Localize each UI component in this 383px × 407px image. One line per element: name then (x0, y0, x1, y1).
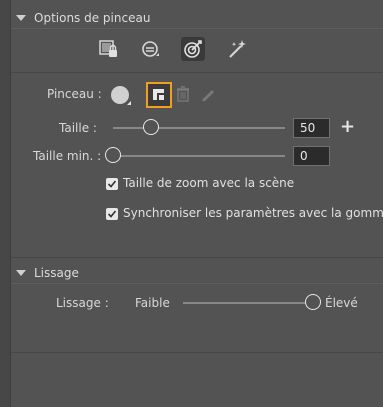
brush-sync-icon (142, 41, 159, 57)
edit-brush-button[interactable] (200, 86, 216, 105)
brush-options-panel: Options de pinceau Pinceau: Taille: 50… (0, 0, 383, 407)
size-slider-track[interactable] (113, 127, 285, 129)
smoothing-slider-track[interactable] (183, 302, 313, 304)
size-increase-button[interactable]: + (340, 118, 355, 136)
modes-divider (11, 72, 383, 73)
zoom-size-label: Taille de zoom avec la scène (123, 176, 295, 190)
collapse-triangle-icon (16, 270, 26, 276)
mode-target-button[interactable] (181, 37, 205, 61)
delete-brush-button[interactable] (176, 86, 190, 105)
brush-options-header[interactable]: Options de pinceau (14, 9, 150, 27)
smoothing-header-divider (11, 283, 383, 284)
smoothing-max-label: Élevé (325, 296, 358, 310)
brush-options-title: Options de pinceau (34, 11, 151, 25)
size-input[interactable]: 50 (293, 118, 330, 138)
panel-left-strip (0, 0, 11, 407)
smoothing-slider-knob[interactable] (305, 294, 321, 310)
mode-locked-layer-button[interactable] (96, 37, 120, 61)
pencil-icon (202, 90, 214, 101)
checkmark-icon (107, 210, 117, 218)
sparkle-wand-icon (229, 40, 246, 58)
smoothing-min-label: Faible (135, 296, 170, 310)
min-size-label: Taille min. : (33, 149, 102, 163)
min-size-input[interactable]: 0 (293, 146, 330, 166)
sync-eraser-checkbox[interactable] (106, 208, 118, 220)
sync-eraser-label: Synchroniser les paramètres avec la gomm… (123, 206, 383, 220)
min-size-slider-track[interactable] (113, 155, 285, 157)
bottom-divider (11, 352, 383, 353)
custom-brush-icon (153, 89, 164, 100)
header-divider (11, 28, 383, 29)
size-slider-knob[interactable] (142, 119, 159, 135)
trash-icon (177, 86, 189, 102)
smoothing-title: Lissage (34, 266, 79, 280)
brush-label: Pinceau : (47, 87, 102, 101)
brush-dropdown-corner-icon (127, 101, 131, 105)
collapse-triangle-icon (16, 15, 26, 21)
locked-layer-icon (99, 40, 117, 57)
smoothing-header[interactable]: Lissage (14, 264, 79, 282)
mode-sync-button[interactable] (138, 37, 162, 61)
min-size-slider-knob[interactable] (105, 147, 121, 163)
smoothing-label: Lissage : (56, 296, 109, 310)
zoom-size-checkbox[interactable] (106, 178, 118, 190)
mode-sparkle-button[interactable] (225, 37, 249, 61)
size-label: Taille : (59, 121, 97, 135)
section-divider (11, 257, 383, 258)
custom-brush-button[interactable] (146, 82, 172, 108)
target-brush-icon (184, 40, 202, 58)
checkmark-icon (107, 180, 117, 188)
